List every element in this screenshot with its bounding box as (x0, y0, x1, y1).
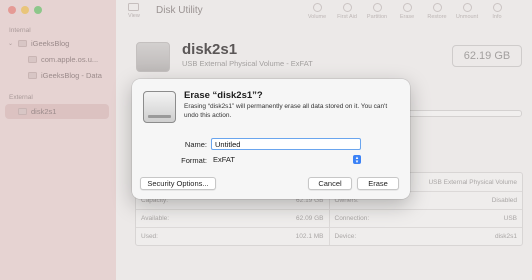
info-button-label: Info (492, 14, 502, 20)
disk-icon (18, 40, 27, 47)
info-label: Device: (334, 233, 357, 240)
sidebar-item-disk2s1[interactable]: disk2s1 (5, 104, 109, 119)
dialog-title: Erase “disk2s1”? (184, 90, 263, 101)
volume-button[interactable]: Volume (302, 3, 332, 20)
info-value: USB (503, 215, 517, 222)
erase-icon (402, 3, 412, 12)
chevron-down-icon[interactable]: ⌄ (8, 40, 14, 47)
first-aid-button[interactable]: First Aid (332, 3, 362, 20)
disk-description: USB External Physical Volume - ExFAT (182, 59, 313, 68)
info-value: disk2s1 (494, 233, 517, 240)
close-window-button[interactable] (8, 6, 16, 14)
pie-chart-icon (372, 3, 382, 12)
format-select-value: ExFAT (213, 155, 235, 164)
volume-icon (18, 108, 27, 115)
info-icon (492, 3, 502, 12)
view-button-label: View (128, 13, 140, 19)
sidebar-item-label: iGeeksBlog (31, 39, 70, 48)
sidebar-toggle-icon (128, 3, 140, 11)
info-label: Connection: (334, 215, 370, 222)
zoom-window-button[interactable] (34, 6, 42, 14)
volume-icon (28, 56, 37, 63)
dialog-message: Erasing “disk2s1” will permanently erase… (184, 103, 388, 119)
security-options-button[interactable]: Security Options... (140, 177, 216, 190)
sidebar-item-label: com.apple.os.u... (41, 55, 99, 64)
info-cell: Device: disk2s1 (328, 228, 523, 245)
restore-icon (432, 3, 442, 12)
view-button[interactable]: View (128, 3, 140, 19)
unmount-button-label: Unmount (455, 14, 479, 20)
unmount-button[interactable]: Unmount (452, 3, 482, 20)
info-cell: Available: 62.09 GB (136, 210, 329, 227)
window-controls (8, 6, 42, 14)
sidebar-section-external: External (9, 94, 33, 101)
info-value: 102.1 MB (295, 233, 324, 240)
format-select[interactable]: ExFAT ▴ ▾ (213, 154, 361, 165)
table-row: Used: 102.1 MB Device: disk2s1 (136, 227, 522, 245)
sidebar-section-internal: Internal (9, 27, 31, 34)
sidebar: Internal ⌄ iGeeksBlog com.apple.os.u... … (0, 0, 116, 280)
info-cell: Connection: USB (328, 210, 523, 227)
stethoscope-icon (342, 3, 352, 12)
erase-dialog: Erase “disk2s1”? Erasing “disk2s1” will … (132, 79, 410, 199)
external-disk-icon (143, 91, 176, 123)
partition-button[interactable]: Partition (362, 3, 392, 20)
minimize-window-button[interactable] (21, 6, 29, 14)
name-field-label: Name: (184, 140, 207, 149)
sidebar-item-com-apple-os[interactable]: com.apple.os.u... (28, 55, 98, 64)
name-field[interactable] (211, 138, 361, 150)
info-label: Available: (141, 215, 170, 222)
sidebar-item-label: disk2s1 (31, 107, 57, 116)
info-value: USB External Physical Volume (428, 178, 517, 186)
sidebar-item-igeeksblog[interactable]: ⌄ iGeeksBlog (8, 39, 69, 48)
cancel-button[interactable]: Cancel (308, 177, 352, 190)
window-title: Disk Utility (156, 5, 203, 16)
erase-toolbar-button[interactable]: Erase (392, 3, 422, 20)
restore-button-label: Restore (427, 14, 447, 20)
info-button[interactable]: Info (482, 3, 512, 20)
erase-button[interactable]: Erase (357, 177, 399, 190)
volume-icon (28, 72, 37, 79)
erase-button-label: Erase (399, 14, 415, 20)
table-row: Available: 62.09 GB Connection: USB (136, 209, 522, 227)
format-field-label: Format: (181, 156, 207, 165)
info-cell: Used: 102.1 MB (136, 228, 329, 245)
info-label: Used: (141, 233, 158, 240)
volume-button-label: Volume (307, 14, 327, 20)
plus-minus-icon (312, 3, 322, 12)
disk-size-badge: 62.19 GB (452, 45, 522, 67)
toolbar: View Disk Utility Volume First Aid Parti… (116, 0, 532, 28)
sidebar-item-label: iGeeksBlog - Data (41, 71, 102, 80)
info-value: 62.09 GB (296, 215, 324, 222)
eject-icon (462, 3, 472, 12)
info-value: Disabled (491, 197, 517, 204)
restore-button[interactable]: Restore (422, 3, 452, 20)
first-aid-button-label: First Aid (337, 14, 357, 20)
up-down-chevron-icon: ▴ ▾ (353, 155, 361, 164)
toolbar-actions: Volume First Aid Partition Erase Restore… (302, 3, 512, 20)
sidebar-item-igeeksblog-data[interactable]: iGeeksBlog - Data (28, 71, 102, 80)
disk-icon (136, 42, 170, 72)
disk-name: disk2s1 (182, 41, 238, 58)
partition-button-label: Partition (366, 14, 388, 20)
